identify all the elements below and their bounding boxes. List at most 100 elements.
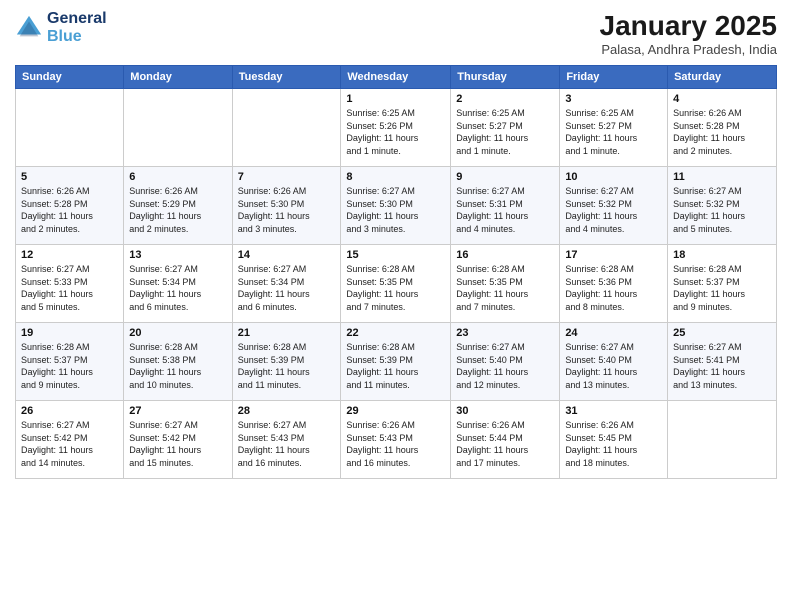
title-block: January 2025 Palasa, Andhra Pradesh, Ind…	[600, 10, 777, 57]
day-number: 22	[346, 327, 445, 339]
day-number: 3	[565, 93, 662, 105]
day-number: 29	[346, 405, 445, 417]
day-number: 20	[129, 327, 226, 339]
day-info: Sunrise: 6:26 AM Sunset: 5:30 PM Dayligh…	[238, 185, 336, 235]
calendar-cell: 7Sunrise: 6:26 AM Sunset: 5:30 PM Daylig…	[232, 167, 341, 245]
logo-icon	[15, 14, 43, 42]
location-text: Palasa, Andhra Pradesh, India	[600, 42, 777, 57]
day-number: 10	[565, 171, 662, 183]
day-number: 13	[129, 249, 226, 261]
day-info: Sunrise: 6:27 AM Sunset: 5:42 PM Dayligh…	[21, 419, 118, 469]
day-info: Sunrise: 6:26 AM Sunset: 5:28 PM Dayligh…	[673, 107, 771, 157]
day-number: 15	[346, 249, 445, 261]
day-info: Sunrise: 6:26 AM Sunset: 5:28 PM Dayligh…	[21, 185, 118, 235]
day-info: Sunrise: 6:28 AM Sunset: 5:35 PM Dayligh…	[346, 263, 445, 313]
day-info: Sunrise: 6:27 AM Sunset: 5:42 PM Dayligh…	[129, 419, 226, 469]
week-row-3: 12Sunrise: 6:27 AM Sunset: 5:33 PM Dayli…	[16, 245, 777, 323]
day-info: Sunrise: 6:25 AM Sunset: 5:27 PM Dayligh…	[565, 107, 662, 157]
day-number: 21	[238, 327, 336, 339]
calendar-cell	[124, 89, 232, 167]
calendar-cell: 17 Sunrise: 6:28 AM Sunset: 5:36 PM Dayli…	[560, 245, 668, 323]
day-info: Sunrise: 6:25 AM Sunset: 5:27 PM Dayligh…	[456, 107, 554, 157]
week-row-5: 26 Sunrise: 6:27 AM Sunset: 5:42 PM Dayli…	[16, 401, 777, 479]
calendar-cell: 19Sunrise: 6:28 AM Sunset: 5:37 PM Dayli…	[16, 323, 124, 401]
day-number: 14	[238, 249, 336, 261]
day-number: 16	[456, 249, 554, 261]
day-number: 18	[673, 249, 771, 261]
calendar-cell: 26 Sunrise: 6:27 AM Sunset: 5:42 PM Dayli…	[16, 401, 124, 479]
calendar-cell	[16, 89, 124, 167]
calendar-cell: 3 Sunrise: 6:25 AM Sunset: 5:27 PM Daylig…	[560, 89, 668, 167]
calendar-cell: 13 Sunrise: 6:27 AM Sunset: 5:34 PM Dayli…	[124, 245, 232, 323]
day-number: 28	[238, 405, 336, 417]
day-info: Sunrise: 6:27 AM Sunset: 5:34 PM Dayligh…	[238, 263, 336, 313]
day-number: 8	[346, 171, 445, 183]
day-number: 30	[456, 405, 554, 417]
day-info: Sunrise: 6:26 AM Sunset: 5:43 PM Dayligh…	[346, 419, 445, 469]
calendar-cell: 11 Sunrise: 6:27 AM Sunset: 5:32 PM Dayli…	[668, 167, 777, 245]
day-info: Sunrise: 6:28 AM Sunset: 5:37 PM Dayligh…	[673, 263, 771, 313]
calendar-cell: 24Sunrise: 6:27 AM Sunset: 5:40 PM Dayli…	[560, 323, 668, 401]
day-info: Sunrise: 6:25 AM Sunset: 5:26 PM Dayligh…	[346, 107, 445, 157]
day-info: Sunrise: 6:27 AM Sunset: 5:31 PM Dayligh…	[456, 185, 554, 235]
calendar-cell: 23 Sunrise: 6:27 AM Sunset: 5:40 PM Dayli…	[451, 323, 560, 401]
day-info: Sunrise: 6:28 AM Sunset: 5:39 PM Dayligh…	[346, 341, 445, 391]
day-number: 27	[129, 405, 226, 417]
weekday-header-thursday: Thursday	[451, 66, 560, 89]
calendar-cell: 10 Sunrise: 6:27 AM Sunset: 5:32 PM Dayli…	[560, 167, 668, 245]
day-number: 19	[21, 327, 118, 339]
day-info: Sunrise: 6:28 AM Sunset: 5:38 PM Dayligh…	[129, 341, 226, 391]
day-info: Sunrise: 6:27 AM Sunset: 5:32 PM Dayligh…	[565, 185, 662, 235]
day-number: 23	[456, 327, 554, 339]
day-info: Sunrise: 6:26 AM Sunset: 5:44 PM Dayligh…	[456, 419, 554, 469]
day-info: Sunrise: 6:28 AM Sunset: 5:36 PM Dayligh…	[565, 263, 662, 313]
month-title: January 2025	[600, 10, 777, 42]
weekday-header-saturday: Saturday	[668, 66, 777, 89]
calendar-cell: 20 Sunrise: 6:28 AM Sunset: 5:38 PM Dayli…	[124, 323, 232, 401]
logo-text-general: General	[47, 10, 107, 28]
day-info: Sunrise: 6:26 AM Sunset: 5:45 PM Dayligh…	[565, 419, 662, 469]
logo: General Blue	[15, 10, 107, 45]
calendar-cell: 22 Sunrise: 6:28 AM Sunset: 5:39 PM Dayli…	[341, 323, 451, 401]
day-number: 9	[456, 171, 554, 183]
day-number: 4	[673, 93, 771, 105]
day-number: 11	[673, 171, 771, 183]
day-info: Sunrise: 6:27 AM Sunset: 5:41 PM Dayligh…	[673, 341, 771, 391]
calendar-page: General Blue January 2025 Palasa, Andhra…	[0, 0, 792, 612]
day-info: Sunrise: 6:27 AM Sunset: 5:40 PM Dayligh…	[565, 341, 662, 391]
day-info: Sunrise: 6:27 AM Sunset: 5:43 PM Dayligh…	[238, 419, 336, 469]
day-number: 31	[565, 405, 662, 417]
calendar-cell: 29 Sunrise: 6:26 AM Sunset: 5:43 PM Dayli…	[341, 401, 451, 479]
calendar-cell: 27 Sunrise: 6:27 AM Sunset: 5:42 PM Dayli…	[124, 401, 232, 479]
calendar-cell: 18 Sunrise: 6:28 AM Sunset: 5:37 PM Dayli…	[668, 245, 777, 323]
calendar-cell: 15 Sunrise: 6:28 AM Sunset: 5:35 PM Dayli…	[341, 245, 451, 323]
day-info: Sunrise: 6:28 AM Sunset: 5:35 PM Dayligh…	[456, 263, 554, 313]
logo-text-blue: Blue	[47, 28, 107, 46]
calendar-table: SundayMondayTuesdayWednesdayThursdayFrid…	[15, 65, 777, 479]
day-info: Sunrise: 6:27 AM Sunset: 5:30 PM Dayligh…	[346, 185, 445, 235]
day-info: Sunrise: 6:27 AM Sunset: 5:32 PM Dayligh…	[673, 185, 771, 235]
weekday-header-monday: Monday	[124, 66, 232, 89]
calendar-cell: 30 Sunrise: 6:26 AM Sunset: 5:44 PM Dayli…	[451, 401, 560, 479]
weekday-header-wednesday: Wednesday	[341, 66, 451, 89]
day-number: 17	[565, 249, 662, 261]
day-number: 1	[346, 93, 445, 105]
calendar-cell: 21 Sunrise: 6:28 AM Sunset: 5:39 PM Dayli…	[232, 323, 341, 401]
day-number: 26	[21, 405, 118, 417]
weekday-header-row: SundayMondayTuesdayWednesdayThursdayFrid…	[16, 66, 777, 89]
calendar-cell: 9 Sunrise: 6:27 AM Sunset: 5:31 PM Daylig…	[451, 167, 560, 245]
week-row-4: 19Sunrise: 6:28 AM Sunset: 5:37 PM Dayli…	[16, 323, 777, 401]
day-info: Sunrise: 6:27 AM Sunset: 5:33 PM Dayligh…	[21, 263, 118, 313]
calendar-cell: 6Sunrise: 6:26 AM Sunset: 5:29 PM Daylig…	[124, 167, 232, 245]
day-info: Sunrise: 6:28 AM Sunset: 5:39 PM Dayligh…	[238, 341, 336, 391]
day-info: Sunrise: 6:27 AM Sunset: 5:34 PM Dayligh…	[129, 263, 226, 313]
day-info: Sunrise: 6:27 AM Sunset: 5:40 PM Dayligh…	[456, 341, 554, 391]
day-number: 2	[456, 93, 554, 105]
calendar-cell: 12Sunrise: 6:27 AM Sunset: 5:33 PM Dayli…	[16, 245, 124, 323]
calendar-cell	[668, 401, 777, 479]
page-header: General Blue January 2025 Palasa, Andhra…	[15, 10, 777, 57]
day-number: 6	[129, 171, 226, 183]
calendar-cell: 16 Sunrise: 6:28 AM Sunset: 5:35 PM Dayli…	[451, 245, 560, 323]
weekday-header-friday: Friday	[560, 66, 668, 89]
calendar-cell: 28 Sunrise: 6:27 AM Sunset: 5:43 PM Dayli…	[232, 401, 341, 479]
